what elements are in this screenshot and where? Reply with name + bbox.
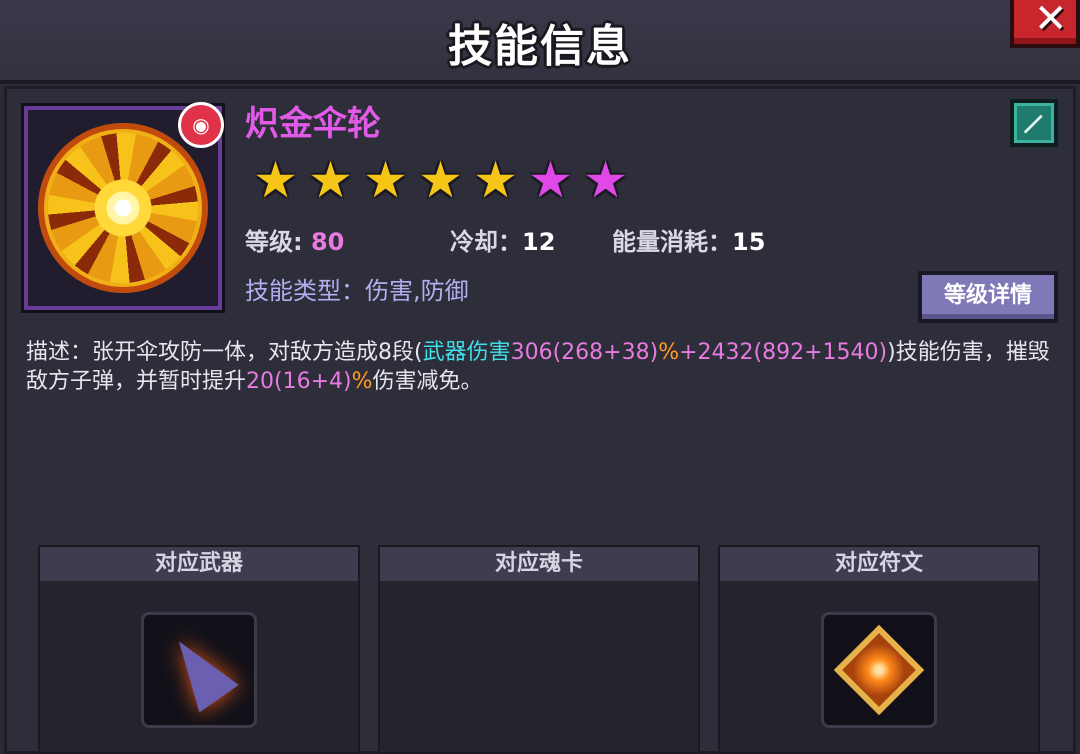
level-value: 80	[310, 228, 345, 256]
desc-text-3: 伤害减免。	[372, 369, 483, 394]
desc-percent-1: %	[658, 340, 680, 365]
gold-star-icon: ★	[253, 151, 298, 209]
gold-star-icon: ★	[418, 151, 463, 209]
golden-umbrella-wheel-icon	[38, 123, 208, 293]
rune-slot[interactable]	[821, 612, 937, 728]
level-detail-button[interactable]: 等级详情	[918, 271, 1058, 323]
purple-star-icon: ★	[528, 151, 573, 209]
gold-star-icon: ★	[473, 151, 518, 209]
energy-label: 能量消耗：	[612, 228, 732, 256]
rune-card-title: 对应符文	[720, 547, 1038, 581]
weapon-slot[interactable]	[141, 612, 257, 728]
desc-weapon-damage-value: 306(268+38)	[510, 340, 659, 365]
desc-percent-2: %	[351, 369, 373, 394]
close-icon: ✕	[1034, 0, 1068, 42]
window-title: 技能信息	[448, 21, 632, 72]
weapon-card: 对应武器	[38, 545, 360, 754]
rune-icon	[833, 624, 925, 716]
weapon-card-title: 对应武器	[40, 547, 358, 581]
energy-value: 15	[732, 228, 766, 256]
soul-card: 对应魂卡	[378, 545, 700, 754]
sword-edit-button[interactable]: |	[1010, 99, 1058, 147]
gold-star-icon: ★	[308, 151, 353, 209]
star-rating: ★ ★ ★ ★ ★ ★ ★	[250, 155, 631, 205]
soul-card-title: 对应魂卡	[380, 547, 698, 581]
purple-star-icon: ★	[583, 151, 628, 209]
sword-edit-icon: |	[1020, 110, 1047, 136]
gold-star-icon: ★	[363, 151, 408, 209]
cooldown-value: 12	[522, 228, 556, 256]
rune-card: 对应符文	[718, 545, 1040, 754]
energy-stat: 能量消耗：15	[612, 222, 765, 257]
skill-name: 炽金伞轮	[245, 104, 381, 144]
desc-skill-damage-value: +2432(892+1540)	[679, 340, 888, 365]
desc-reduction-value: 20(16+4)	[246, 369, 352, 394]
level-stat: 等级: 80	[245, 222, 344, 257]
level-label: 等级:	[245, 228, 303, 256]
skill-type: 技能类型：伤害,防御	[245, 277, 469, 305]
skill-description: 描述：张开伞攻防一体，对敌方造成8段(武器伤害306(268+38)%+2432…	[26, 338, 1056, 396]
header-bar: 技能信息 ✕	[0, 0, 1080, 84]
cooldown-stat: 冷却：12	[450, 222, 555, 257]
cooldown-label: 冷却：	[450, 228, 522, 256]
desc-text-1: 描述：张开伞攻防一体，对敌方造成8段(	[26, 340, 423, 365]
rarity-badge-icon: ◉	[178, 102, 224, 148]
close-button[interactable]: ✕	[1010, 0, 1080, 48]
desc-weapon-damage: 武器伤害	[422, 340, 511, 365]
umbrella-weapon-icon	[159, 627, 239, 713]
